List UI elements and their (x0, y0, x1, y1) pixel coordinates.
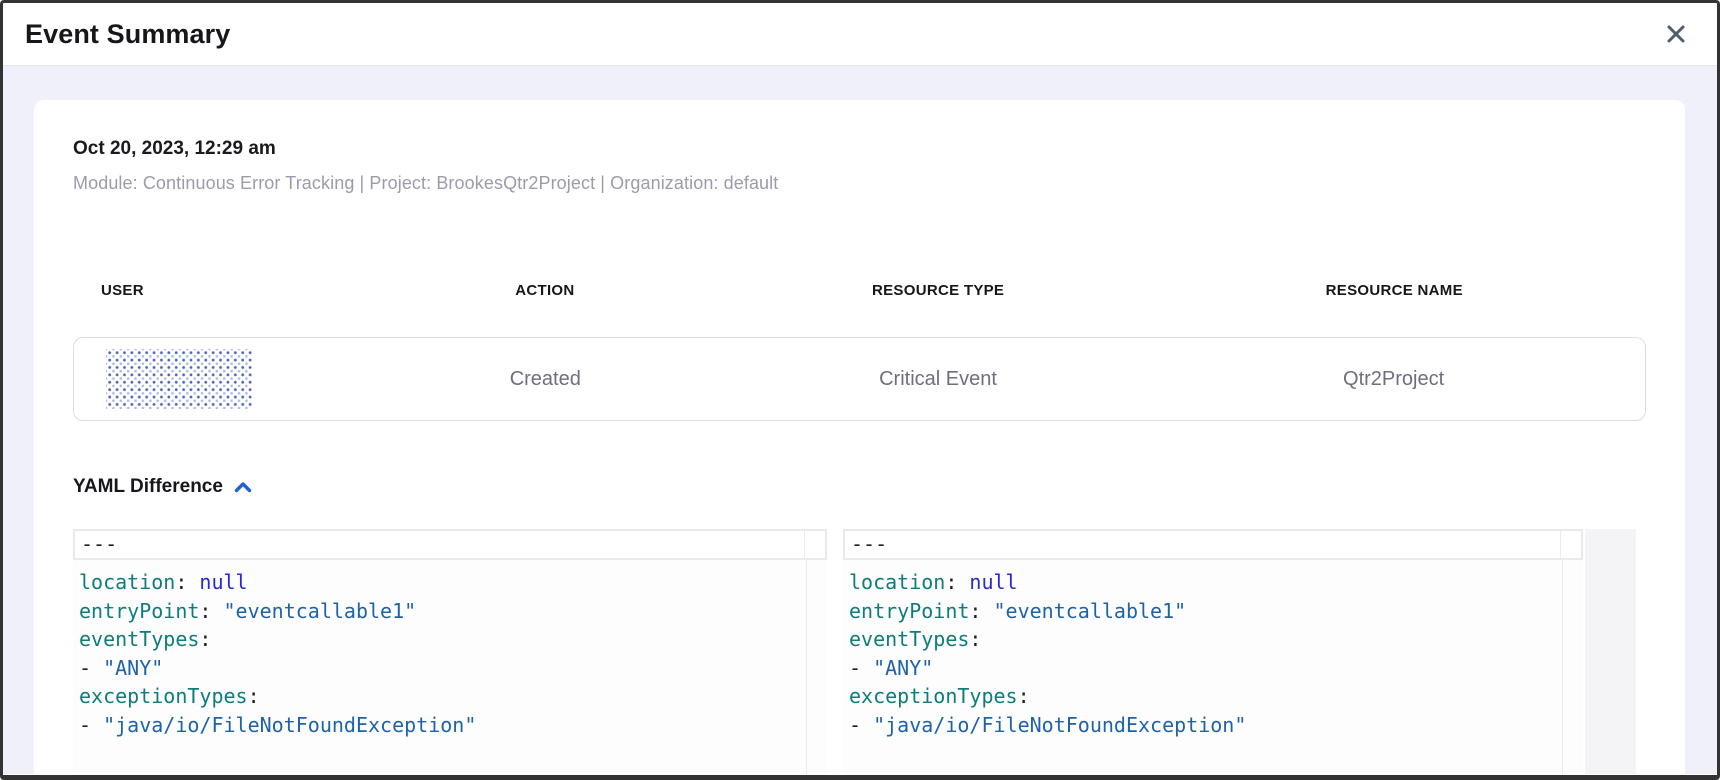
close-button[interactable] (1661, 19, 1691, 49)
column-header-user: USER (73, 282, 356, 299)
yaml-code-right: location: nullentryPoint: "eventcallable… (843, 560, 1562, 774)
vertical-scrollbar-track[interactable] (1585, 529, 1636, 774)
page-title: Event Summary (25, 19, 230, 50)
yaml-diff-highlighted-line: --- (73, 529, 827, 560)
yaml-diff-viewer: --- location: nullentryPoint: "eventcall… (73, 529, 1646, 774)
resource-type-cell: Critical Event (734, 368, 1142, 391)
yaml-difference-toggle[interactable]: YAML Difference (73, 476, 252, 498)
column-header-resource-type: RESOURCE TYPE (734, 282, 1143, 299)
user-cell (74, 349, 357, 409)
resource-name-cell: Qtr2Project (1142, 368, 1645, 391)
action-cell: Created (357, 368, 734, 391)
chevron-up-icon[interactable] (234, 481, 252, 494)
redacted-user (106, 349, 252, 409)
event-summary-modal: Event Summary Oct 20, 2023, 12:29 am Mod… (0, 0, 1720, 780)
modal-header: Event Summary (3, 3, 1717, 66)
yaml-code-left: location: nullentryPoint: "eventcallable… (73, 560, 806, 774)
close-icon (1666, 24, 1686, 44)
column-header-action: ACTION (356, 282, 734, 299)
event-table: USER ACTION RESOURCE TYPE RESOURCE NAME … (73, 282, 1646, 421)
event-card: Oct 20, 2023, 12:29 am Module: Continuou… (34, 100, 1685, 774)
yaml-difference-label: YAML Difference (73, 476, 223, 498)
yaml-diff-pane-right: --- location: nullentryPoint: "eventcall… (843, 529, 1583, 774)
pane-scrollbar-thumb[interactable] (804, 531, 825, 558)
column-header-resource-name: RESOURCE NAME (1143, 282, 1646, 299)
pane-scrollbar-track[interactable] (1562, 560, 1583, 774)
event-timestamp: Oct 20, 2023, 12:29 am (73, 138, 1646, 160)
table-header-row: USER ACTION RESOURCE TYPE RESOURCE NAME (73, 282, 1646, 299)
pane-scrollbar-thumb[interactable] (1560, 531, 1581, 558)
table-row: Created Critical Event Qtr2Project (73, 337, 1646, 421)
modal-body: Oct 20, 2023, 12:29 am Module: Continuou… (3, 66, 1717, 774)
pane-scrollbar-track[interactable] (806, 560, 827, 774)
yaml-diff-highlighted-line: --- (843, 529, 1583, 560)
event-meta: Module: Continuous Error Tracking | Proj… (73, 173, 1646, 194)
yaml-diff-pane-left: --- location: nullentryPoint: "eventcall… (73, 529, 827, 774)
